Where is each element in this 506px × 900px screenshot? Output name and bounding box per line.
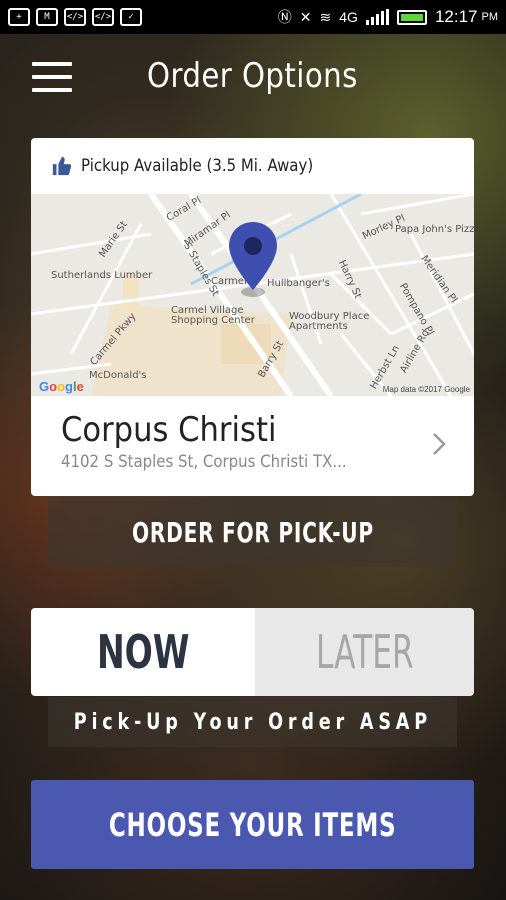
pickup-availability: Pickup Available (3.5 Mi. Away) [31,138,474,194]
store-info[interactable]: Corpus Christi 4102 S Staples St, Corpus… [31,396,474,496]
clock: 12:17 [434,7,478,26]
chevron-right-icon[interactable] [432,432,446,456]
check-icon: ✓ [120,8,142,26]
gmail-icon: M [36,8,58,26]
store-map[interactable]: Coral Pl Miramar Pl Marie St S Staples S… [31,194,474,396]
store-address: 4102 S Staples St, Corpus Christi TX... [61,452,347,472]
network-type: 4G [339,9,358,25]
pickup-status-text: Pickup Available (3.5 Mi. Away) [81,156,314,176]
map-label: Sutherlands Lumber [51,270,153,281]
page-title: Order Options [147,56,358,96]
header: Order Options [0,34,506,122]
map-label: McDonald's [89,370,147,381]
timing-description: Pick-Up Your Order ASAP [48,697,457,747]
timing-description-text: Pick-Up Your Order ASAP [73,709,432,735]
choose-your-items-button[interactable]: CHOOSE YOUR ITEMS [31,780,474,869]
code-icon: </> [64,8,86,26]
map-label: Woodbury Place Apartments [289,311,370,332]
choose-your-items-label: CHOOSE YOUR ITEMS [108,805,397,844]
location-pin-icon [229,222,277,290]
map-label: Carmel Village Shopping Center [171,305,255,326]
code-icon: </> [92,8,114,26]
google-logo: Google [39,379,84,394]
hamburger-menu-icon[interactable] [32,62,72,92]
toggle-later[interactable]: LATER [255,608,474,696]
time-toggle: NOW LATER [31,608,474,696]
store-name: Corpus Christi [61,410,277,450]
mute-icon: ✕ [299,8,312,25]
signal-icon [365,9,389,25]
map-label: Papa John's Pizz [395,224,474,235]
battery-icon [396,9,427,25]
clock-ampm: PM [481,11,499,23]
toggle-now-label: NOW [96,625,190,679]
nfc-icon: Ⓝ [277,9,292,25]
order-for-pickup-button[interactable]: ORDER FOR PICK-UP [48,497,457,567]
map-attribution: Map data ©2017 Google [382,385,470,394]
status-bar: + M </> </> ✓ Ⓝ ✕ ≋ 4G 12:17 PM [0,0,506,34]
toggle-later-label: LATER [315,625,414,679]
plus-icon: + [8,8,30,26]
wifi-icon: ≋ [319,8,332,25]
thumbs-up-icon [52,156,72,176]
toggle-now[interactable]: NOW [31,608,255,696]
location-card[interactable]: Pickup Available (3.5 Mi. Away) Coral Pl… [31,138,474,496]
order-for-pickup-label: ORDER FOR PICK-UP [131,515,374,549]
